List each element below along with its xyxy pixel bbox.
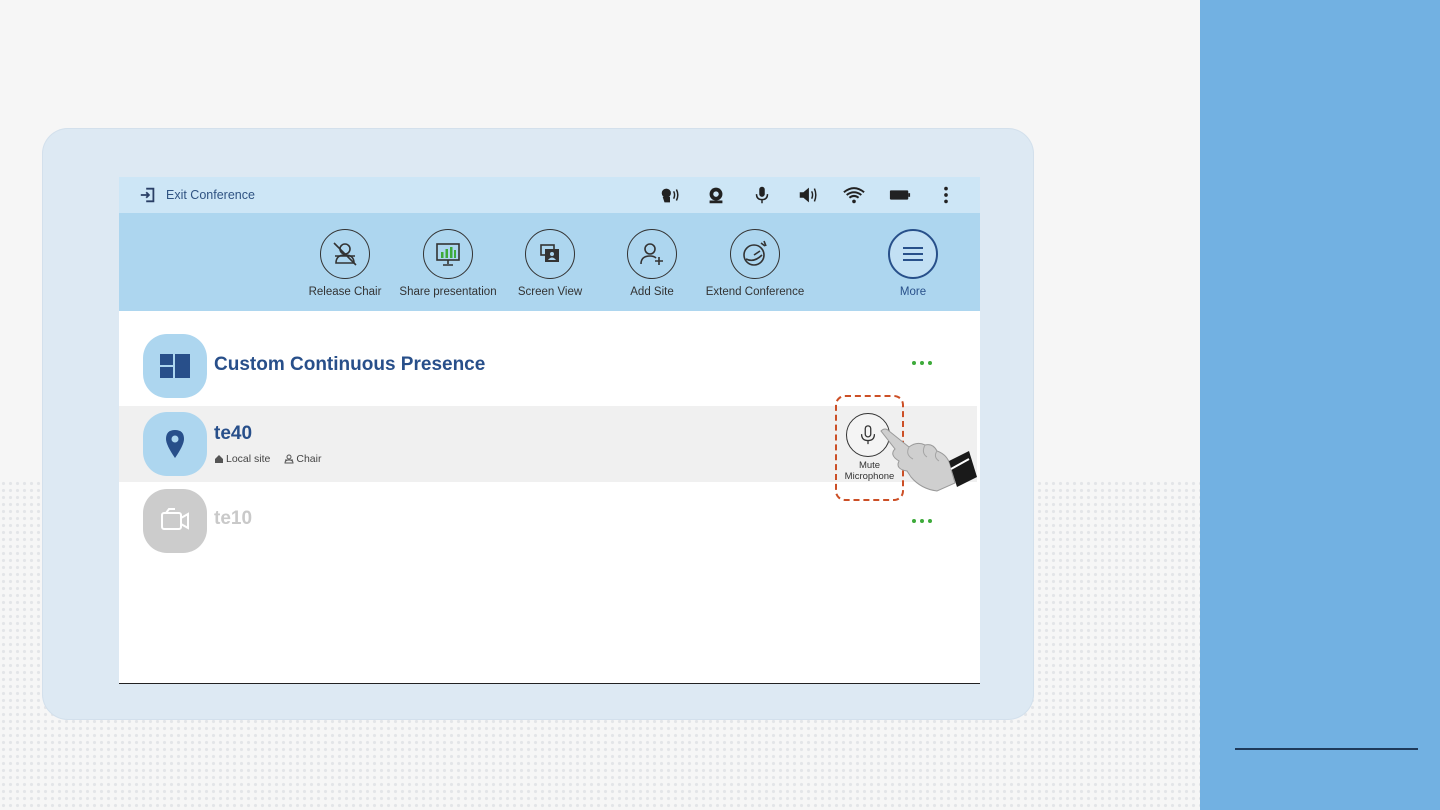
conference-screen: Exit Conference Release Chair Share pres… bbox=[119, 177, 980, 684]
share-presentation-icon bbox=[436, 243, 460, 266]
camera-icon[interactable] bbox=[704, 184, 728, 206]
video-camera-icon bbox=[143, 489, 207, 553]
microphone-icon[interactable] bbox=[750, 184, 774, 206]
chair-icon bbox=[284, 454, 294, 464]
conference-toolbar: Release Chair Share presentation Screen … bbox=[119, 213, 980, 311]
site-name: te40 bbox=[214, 423, 253, 444]
site-name: te10 bbox=[214, 508, 253, 529]
more-label: More bbox=[899, 286, 927, 298]
site-options-dots[interactable] bbox=[908, 361, 932, 365]
screen-view-button[interactable]: Screen View bbox=[495, 229, 605, 298]
volume-icon[interactable] bbox=[796, 184, 820, 206]
microphone-icon bbox=[860, 425, 876, 445]
site-options-dots[interactable] bbox=[908, 519, 932, 523]
pointing-hand-icon bbox=[880, 428, 977, 492]
release-chair-button[interactable]: Release Chair bbox=[290, 229, 400, 298]
add-site-button[interactable]: Add Site bbox=[597, 229, 707, 298]
speaker-voice-icon[interactable] bbox=[658, 184, 682, 206]
wifi-icon[interactable] bbox=[842, 184, 866, 206]
home-icon bbox=[215, 455, 223, 463]
local-site-tag: Local site bbox=[214, 453, 270, 465]
release-chair-icon bbox=[333, 242, 357, 266]
location-pin-icon bbox=[143, 412, 207, 476]
site-row-custom-continuous-presence[interactable]: Custom Continuous Presence bbox=[119, 328, 977, 404]
add-site-label: Add Site bbox=[630, 286, 674, 298]
add-site-icon bbox=[640, 243, 663, 265]
right-side-panel bbox=[1200, 0, 1440, 810]
release-chair-label: Release Chair bbox=[308, 286, 382, 298]
extend-conference-button[interactable]: Extend Conference bbox=[700, 229, 810, 298]
share-presentation-label: Share presentation bbox=[399, 286, 497, 298]
extend-conference-label: Extend Conference bbox=[705, 286, 805, 298]
more-vertical-icon[interactable] bbox=[934, 184, 958, 206]
divider-line bbox=[1235, 748, 1418, 750]
site-name: Custom Continuous Presence bbox=[214, 354, 486, 375]
menu-icon bbox=[903, 247, 923, 261]
status-bar: Exit Conference bbox=[119, 177, 980, 213]
layout-grid-icon bbox=[143, 334, 207, 398]
screen-view-label: Screen View bbox=[517, 286, 583, 298]
exit-conference-label: Exit Conference bbox=[166, 188, 255, 202]
chair-tag: Chair bbox=[284, 453, 321, 465]
site-tags: Local site Chair bbox=[214, 453, 335, 465]
exit-icon bbox=[140, 187, 155, 203]
extend-conference-icon bbox=[743, 240, 767, 266]
share-presentation-button[interactable]: Share presentation bbox=[393, 229, 503, 298]
status-icons bbox=[636, 177, 958, 213]
more-button[interactable]: More bbox=[858, 229, 968, 298]
screen-view-icon bbox=[540, 244, 559, 262]
exit-conference-button[interactable]: Exit Conference bbox=[139, 186, 255, 204]
battery-icon bbox=[888, 184, 912, 206]
